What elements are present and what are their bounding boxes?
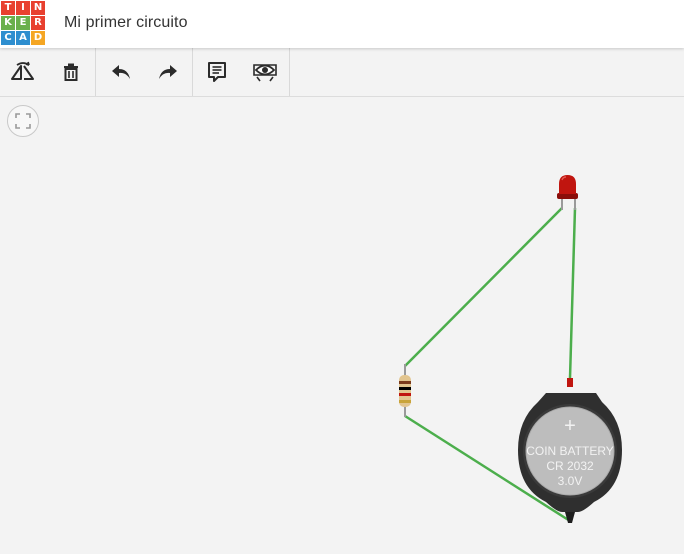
logo-letter: I bbox=[16, 1, 30, 15]
logo-letter: E bbox=[16, 16, 30, 30]
undo-icon bbox=[112, 65, 130, 79]
notes-icon bbox=[208, 62, 226, 82]
logo-letter: A bbox=[16, 31, 30, 45]
battery-model: CR 2032 bbox=[546, 459, 594, 473]
eye-icon bbox=[253, 64, 277, 82]
battery-plus-symbol: + bbox=[564, 415, 576, 437]
logo-letter: C bbox=[1, 31, 15, 45]
logo-letter: N bbox=[31, 1, 45, 15]
rotate-icon bbox=[11, 61, 34, 80]
fit-view-icon bbox=[15, 113, 31, 129]
toolbar-divider bbox=[95, 48, 96, 96]
led[interactable] bbox=[557, 175, 578, 210]
edit-toolbar bbox=[0, 48, 684, 97]
coin-battery[interactable]: + COIN BATTERY CR 2032 3.0V bbox=[518, 378, 622, 523]
trash-icon bbox=[64, 63, 78, 81]
delete-button[interactable] bbox=[48, 48, 94, 96]
project-title[interactable]: Mi primer circuito bbox=[64, 14, 188, 32]
toolbar-divider bbox=[192, 48, 193, 96]
logo-letter: K bbox=[1, 16, 15, 30]
undo-button[interactable] bbox=[98, 48, 144, 96]
wire[interactable] bbox=[568, 207, 577, 379]
visibility-button[interactable] bbox=[242, 48, 288, 96]
fit-view-button[interactable] bbox=[7, 105, 39, 137]
notes-button[interactable] bbox=[194, 48, 240, 96]
toolbar-divider bbox=[289, 48, 290, 96]
battery-label: COIN BATTERY bbox=[526, 444, 614, 458]
battery-voltage: 3.0V bbox=[558, 474, 583, 488]
redo-button[interactable] bbox=[145, 48, 191, 96]
logo-letter: R bbox=[31, 16, 45, 30]
resistor[interactable] bbox=[399, 364, 411, 417]
wire[interactable] bbox=[404, 207, 563, 367]
app-header: T I N K E R C A D Mi primer circuito bbox=[0, 0, 684, 48]
redo-icon bbox=[159, 65, 177, 79]
rotate-button[interactable] bbox=[0, 48, 46, 96]
tinkercad-logo[interactable]: T I N K E R C A D bbox=[1, 1, 45, 45]
logo-letter: D bbox=[31, 31, 45, 45]
logo-letter: T bbox=[1, 1, 15, 15]
